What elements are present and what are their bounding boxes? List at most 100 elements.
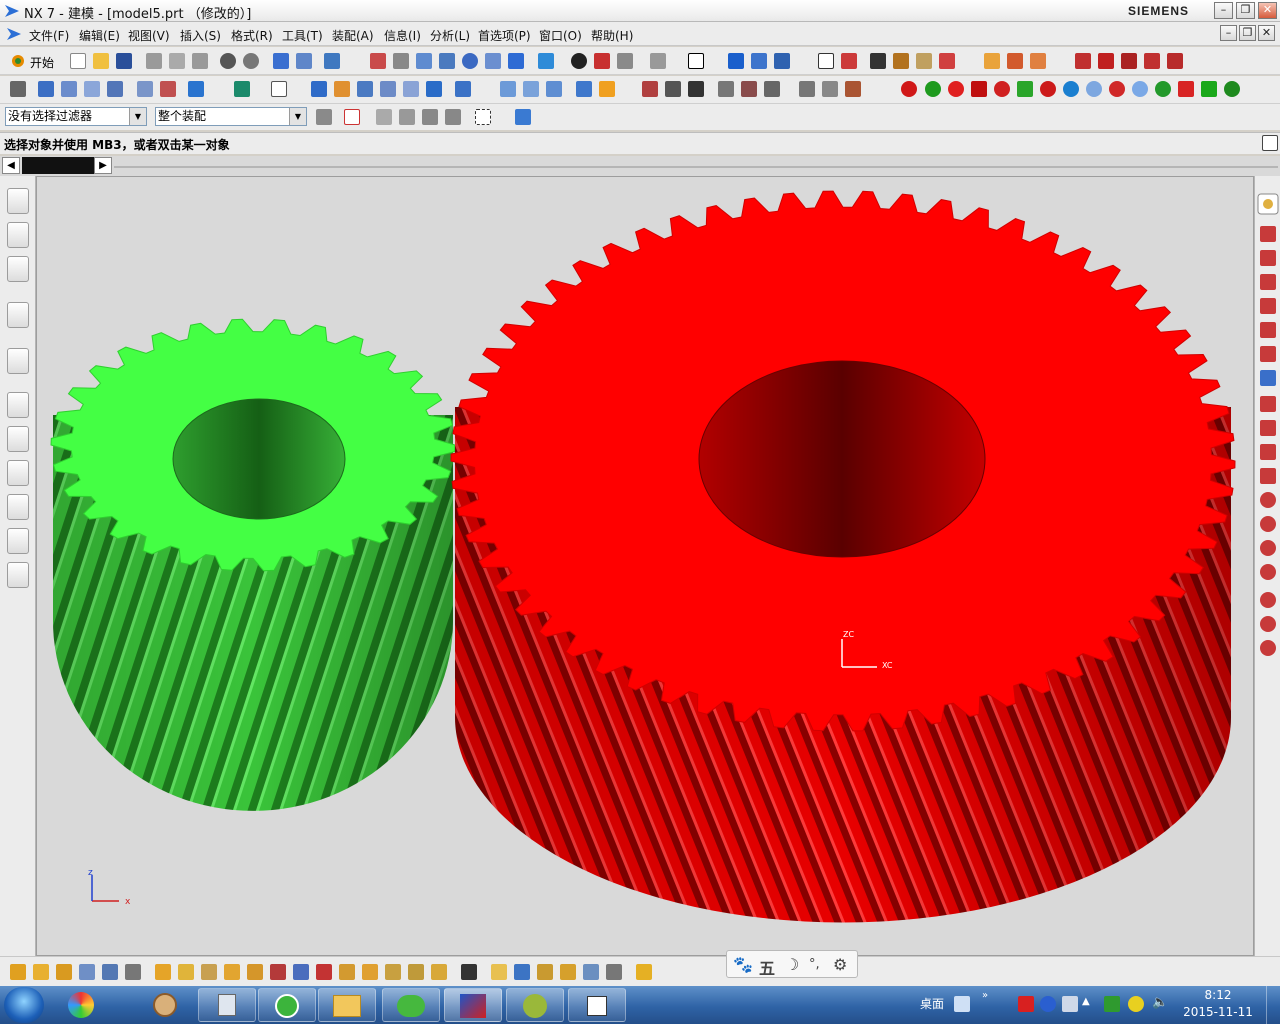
shell-icon[interactable] (357, 81, 373, 97)
paw-icon[interactable]: 🐾 (733, 955, 753, 974)
taskbar-tool-icon[interactable] (506, 988, 564, 1022)
offset-region-icon[interactable] (79, 964, 95, 980)
resize-blend-icon[interactable] (155, 964, 171, 980)
large-gear[interactable] (450, 190, 1236, 923)
torus-icon[interactable] (994, 81, 1010, 97)
sketch-spline-icon[interactable] (1167, 53, 1183, 69)
rectangle-select-icon[interactable] (475, 109, 491, 125)
manufacturing-wizard-icon[interactable] (7, 494, 29, 520)
sprocket-icon[interactable] (948, 81, 964, 97)
section-curve-icon[interactable] (822, 81, 838, 97)
gear-scene[interactable]: XC ZC x z (37, 177, 1255, 957)
system-clock[interactable]: 8:12 2015-11-11 (1182, 988, 1254, 1019)
extract-curve-icon[interactable] (845, 81, 861, 97)
minimize-button[interactable]: – (1214, 2, 1233, 19)
patch-icon[interactable] (599, 81, 615, 97)
point-icon[interactable] (841, 53, 857, 69)
wcs-origin-icon[interactable] (751, 53, 767, 69)
close-button[interactable]: ✕ (1258, 2, 1277, 19)
make-parallel-icon[interactable] (408, 964, 424, 980)
restore-button[interactable]: ❐ (1236, 2, 1255, 19)
boss-icon[interactable] (160, 81, 176, 97)
spring-icon[interactable] (1017, 81, 1033, 97)
menu-edit[interactable]: 编辑(E) (79, 27, 120, 44)
undo-icon[interactable] (220, 53, 236, 69)
shell-face-icon[interactable] (560, 964, 576, 980)
zoom-window-icon[interactable] (416, 53, 432, 69)
mate-icon[interactable] (1030, 53, 1046, 69)
sketch-line-icon[interactable] (1075, 53, 1091, 69)
pattern-face-icon[interactable] (201, 964, 217, 980)
doc-close-button[interactable]: ✕ (1258, 25, 1275, 41)
local-scale-icon[interactable] (636, 964, 652, 980)
linear-dimension-icon[interactable] (461, 964, 477, 980)
zoom-in-out-icon[interactable] (439, 53, 455, 69)
shield-icon[interactable] (1104, 996, 1120, 1012)
check-icon[interactable] (939, 53, 955, 69)
bevel-gear-icon[interactable] (1178, 81, 1194, 97)
move-face-icon[interactable] (33, 964, 49, 980)
sketch-trim-icon[interactable] (1121, 53, 1137, 69)
gear-red-icon[interactable] (901, 81, 917, 97)
sync-icon[interactable] (10, 964, 26, 980)
make-coplanar-icon[interactable] (316, 964, 332, 980)
settings-gear-icon[interactable]: ⚙ (833, 955, 847, 974)
gear-blue-icon[interactable] (1132, 81, 1148, 97)
helix-icon[interactable] (688, 81, 704, 97)
frame-icon[interactable] (1260, 370, 1276, 386)
add-component-icon[interactable] (1007, 53, 1023, 69)
ring-icon[interactable] (1040, 81, 1056, 97)
chain-icon[interactable] (445, 109, 461, 125)
selection-scope-combo[interactable]: 整个装配 ▼ (155, 107, 307, 126)
measure-body-icon[interactable] (916, 53, 932, 69)
bridge-curve-icon[interactable] (741, 81, 757, 97)
new-icon[interactable] (70, 53, 86, 69)
ime-toolbar[interactable]: 🐾 五 ☽ °, ⚙ (726, 950, 858, 978)
save-icon[interactable] (116, 53, 132, 69)
tube-icon[interactable] (107, 81, 123, 97)
taskbar-nx-icon[interactable] (444, 988, 502, 1022)
cut-face-icon[interactable] (247, 964, 263, 980)
network-tray-icon[interactable] (1062, 996, 1078, 1012)
face-analysis-icon[interactable] (594, 53, 610, 69)
thicken-icon[interactable] (546, 81, 562, 97)
taskbar-explorer-icon[interactable] (318, 988, 376, 1022)
rack-icon[interactable] (1224, 81, 1240, 97)
menu-window[interactable]: 窗口(O) (539, 27, 582, 44)
corner-icon[interactable] (1260, 420, 1276, 436)
wcs-icon[interactable] (728, 53, 744, 69)
filter-icon[interactable] (316, 109, 332, 125)
graphics-window[interactable]: XC ZC x z (36, 176, 1254, 956)
make-perpendicular-icon[interactable] (431, 964, 447, 980)
sketch-fillet-icon[interactable] (1144, 53, 1160, 69)
reuse-library-icon[interactable] (7, 302, 29, 328)
gear-ring-icon[interactable] (925, 81, 941, 97)
bearing-icon[interactable] (1063, 81, 1079, 97)
angular-dimension-icon[interactable] (491, 964, 507, 980)
measure-angle-icon[interactable] (893, 53, 909, 69)
box-select-icon[interactable] (399, 109, 415, 125)
perspective-icon[interactable] (508, 53, 524, 69)
body-select-icon[interactable] (515, 109, 531, 125)
scroll-right-button[interactable]: ▶ (94, 157, 112, 174)
datum-plane-icon[interactable] (271, 81, 287, 97)
angle-icon[interactable] (1260, 468, 1276, 484)
gear-green-icon[interactable] (1155, 81, 1171, 97)
redo-icon[interactable] (243, 53, 259, 69)
chamfer-icon[interactable] (334, 81, 350, 97)
menu-assemblies[interactable]: 装配(A) (332, 27, 374, 44)
menu-view[interactable]: 视图(V) (128, 27, 170, 44)
scroll-left-button[interactable]: ◀ (2, 157, 20, 174)
layer-icon[interactable] (296, 53, 312, 69)
curve-icon[interactable] (642, 81, 658, 97)
pull-face-icon[interactable] (56, 964, 72, 980)
sweep-icon[interactable] (84, 81, 100, 97)
system-materials-icon[interactable] (7, 426, 29, 452)
radial-dimension-icon[interactable] (514, 964, 530, 980)
intersect-curve-icon[interactable] (799, 81, 815, 97)
taskbar-window-icon[interactable] (568, 988, 626, 1022)
pulley-icon[interactable] (1086, 81, 1102, 97)
show-desktop-button[interactable] (1266, 986, 1280, 1024)
unite-icon[interactable] (234, 81, 250, 97)
edge-style-icon[interactable] (617, 53, 633, 69)
